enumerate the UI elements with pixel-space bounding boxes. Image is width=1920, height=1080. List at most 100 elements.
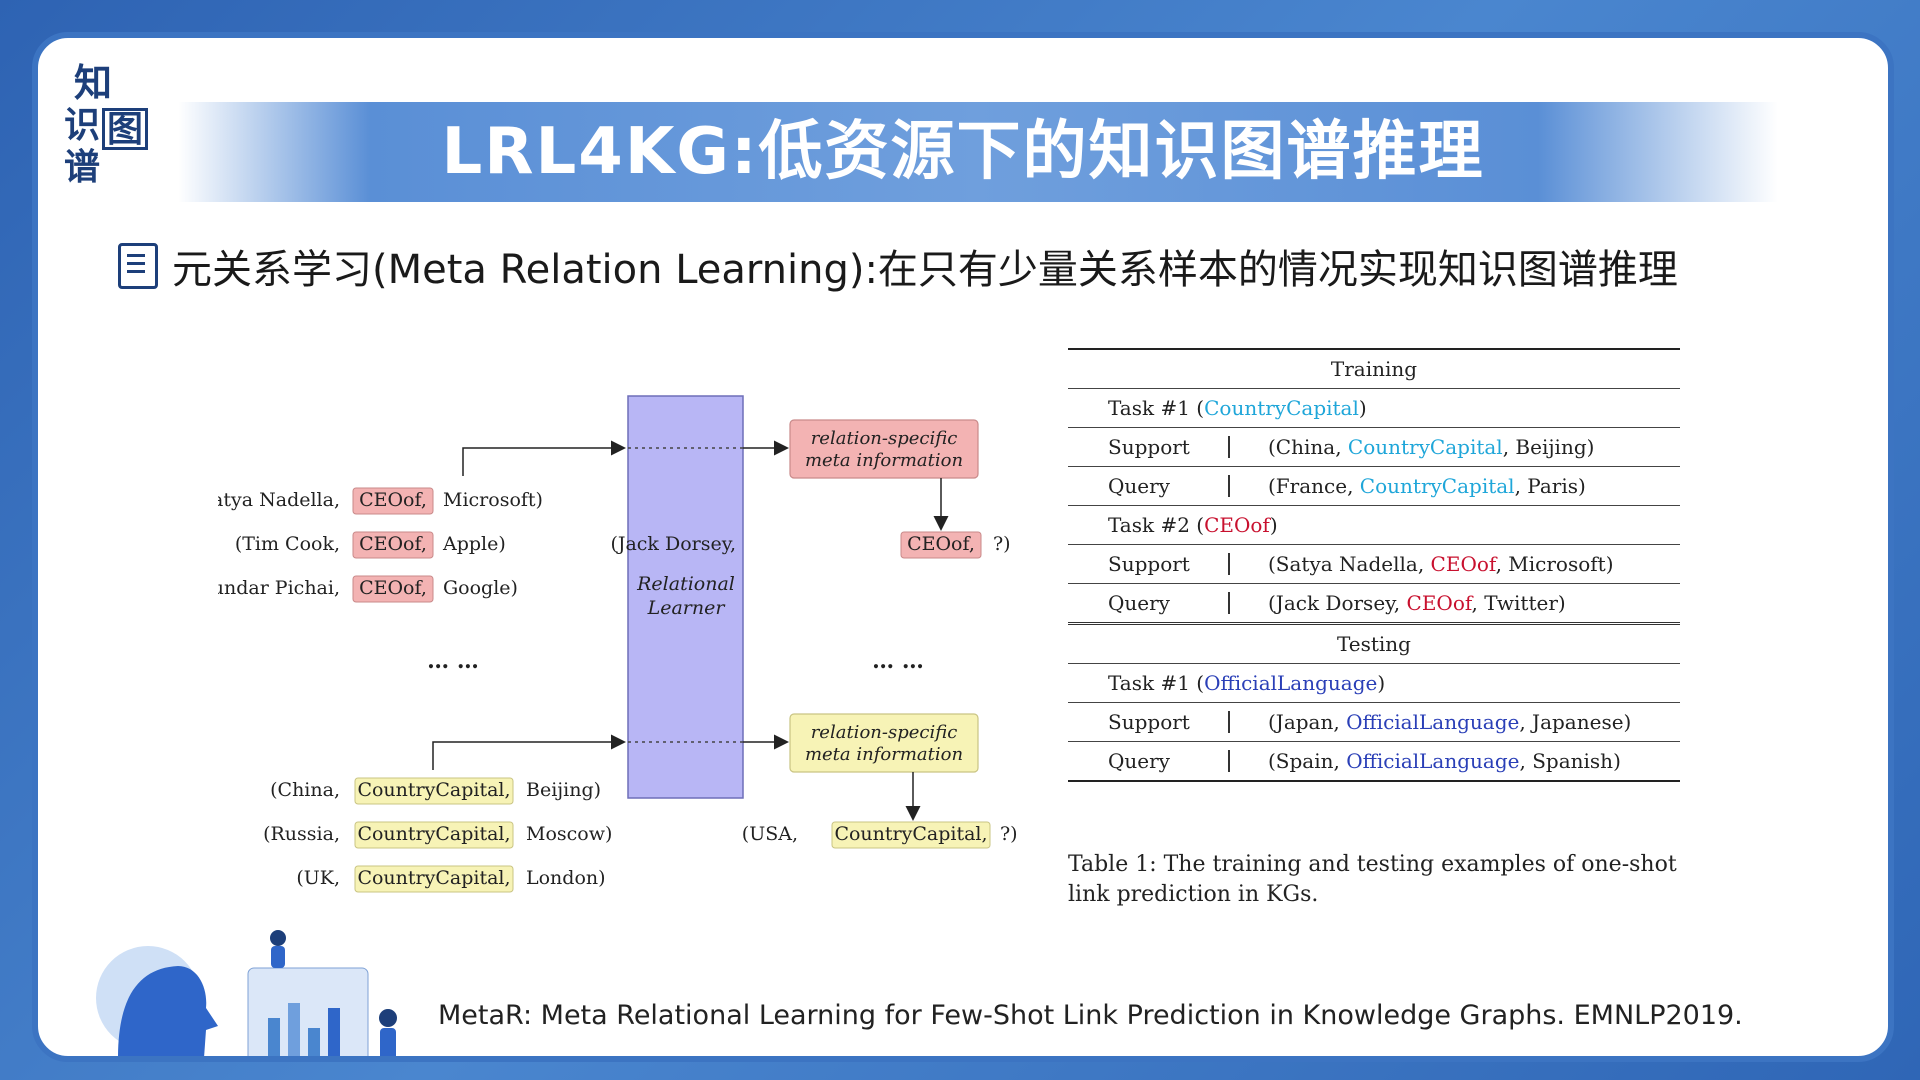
triple-relation: CEOof, (359, 489, 427, 511)
value-pre: (Japan, (1268, 710, 1347, 734)
task-relation: CEOof (1204, 513, 1270, 537)
support-label: Support (1108, 710, 1190, 734)
value-pre: (China, (1268, 435, 1348, 459)
logo: 知 识 图 谱 (56, 48, 166, 188)
ellipsis-right: … … (872, 648, 924, 674)
triple-head: (China, (270, 779, 340, 801)
task-relation: OfficialLanguage (1204, 671, 1378, 695)
divider (1228, 475, 1230, 497)
document-icon (118, 243, 158, 289)
task-label: Task #1 (OfficialLanguage) (1108, 664, 1385, 702)
triple-tail: London) (526, 867, 606, 889)
table-row: Support (Satya Nadella, CEOof, Microsoft… (1068, 545, 1680, 584)
meta-box-top-line2: meta information (805, 450, 963, 471)
task-prefix: Task #1 ( (1108, 396, 1205, 420)
meta-box-bottom-line2: meta information (805, 744, 963, 765)
triple-value: (Japan, OfficialLanguage, Japanese) (1268, 703, 1631, 741)
table-row: Query (Jack Dorsey, CEOof, Twitter) (1068, 584, 1680, 625)
triple-head: (Russia, (263, 823, 340, 845)
table-row: Task #1 (CountryCapital) (1068, 389, 1680, 428)
query-head: (USA, (742, 823, 798, 845)
triple-relation: CEOof, (359, 577, 427, 599)
value-rel: OfficialLanguage (1346, 749, 1520, 773)
table-caption: Table 1: The training and testing exampl… (1068, 852, 1677, 907)
table-row: Task #1 (OfficialLanguage) (1068, 664, 1680, 703)
divider (1228, 592, 1230, 614)
person-figure-body (380, 1028, 396, 1056)
triple-relation: CEOof, (359, 533, 427, 555)
triple-relation: CountryCapital, (357, 867, 510, 889)
person-figure (379, 1009, 397, 1027)
triple-tail: Apple) (442, 533, 506, 555)
examples-table: Training Task #1 (CountryCapital) Suppor… (1068, 348, 1680, 782)
person-figure (270, 930, 286, 946)
chart-bar (268, 1018, 280, 1056)
divider (1228, 553, 1230, 575)
training-header: Training (1330, 357, 1418, 381)
bottom-connector-line (432, 734, 626, 770)
value-post: , Microsoft) (1495, 552, 1614, 576)
logo-char: 图 (102, 108, 149, 150)
triple-head: (Satya Nadella, (218, 489, 340, 511)
task-relation: CountryCapital (1204, 396, 1359, 420)
value-pre: (Spain, (1268, 749, 1347, 773)
table-row: Training (1068, 348, 1680, 389)
value-pre: (Satya Nadella, (1268, 552, 1431, 576)
query-relation: CountryCapital, (834, 823, 987, 845)
slide-frame: LRL4KG:低资源下的知识图谱推理 知 识 图 谱 元关系学习(Meta Re… (32, 32, 1894, 1062)
chart-bar (288, 1003, 300, 1056)
triple-head: (Sundar Pichai, (218, 577, 340, 599)
task-label: Task #1 (CountryCapital) (1108, 389, 1367, 427)
triple-tail: Beijing) (526, 779, 601, 801)
subtitle: 元关系学习(Meta Relation Learning):在只有少量关系样本的… (118, 236, 1678, 296)
task-suffix: ) (1358, 396, 1367, 420)
table-row: Query (France, CountryCapital, Paris) (1068, 467, 1680, 506)
value-pre: (France, (1268, 474, 1360, 498)
triple-head: (UK, (296, 867, 340, 889)
table-row: Query (Spain, OfficialLanguage, Spanish) (1068, 742, 1680, 782)
triple-tail: Microsoft) (443, 489, 543, 511)
meta-box-top-line1: relation-specific (811, 428, 958, 449)
triple-value: (Spain, OfficialLanguage, Spanish) (1268, 742, 1621, 780)
query-head: (Jack Dorsey, (610, 533, 736, 555)
chart-bar (308, 1028, 320, 1056)
task-suffix: ) (1269, 513, 1278, 537)
table-row: Support (Japan, OfficialLanguage, Japane… (1068, 703, 1680, 742)
value-rel: CEOof (1406, 591, 1472, 615)
triple-tail: Moscow) (526, 823, 612, 845)
divider (1228, 711, 1230, 733)
value-post: , Beijing) (1502, 435, 1595, 459)
value-post: , Spanish) (1519, 749, 1621, 773)
support-label: Support (1108, 552, 1190, 576)
top-triples: (Satya Nadella, CEOof, Microsoft) (Tim C… (218, 487, 543, 603)
query-label: Query (1108, 591, 1170, 615)
query-relation: CEOof, (907, 533, 975, 555)
value-rel: CountryCapital (1347, 435, 1503, 459)
value-rel: CountryCapital (1359, 474, 1515, 498)
chart-bar (328, 1008, 340, 1056)
value-rel: OfficialLanguage (1346, 710, 1520, 734)
meta-box-bottom-line1: relation-specific (811, 722, 958, 743)
query-label: Query (1108, 474, 1170, 498)
triple-value: (Jack Dorsey, CEOof, Twitter) (1268, 584, 1566, 622)
bottom-triples: (China, CountryCapital, Beijing) (Russia… (263, 777, 612, 893)
task-prefix: Task #1 ( (1108, 671, 1205, 695)
task-label: Task #2 (CEOof) (1108, 506, 1278, 544)
top-connector-line (462, 440, 626, 476)
query-tail: ?) (993, 533, 1011, 555)
task-prefix: Task #2 ( (1108, 513, 1205, 537)
table-row: Support (China, CountryCapital, Beijing) (1068, 428, 1680, 467)
triple-relation: CountryCapital, (357, 779, 510, 801)
value-rel: CEOof (1430, 552, 1496, 576)
meta-relation-diagram: Relational Learner relation-specific met… (218, 395, 1018, 893)
divider (1228, 750, 1230, 772)
value-post: , Twitter) (1471, 591, 1566, 615)
triple-value: (China, CountryCapital, Beijing) (1268, 428, 1594, 466)
person-figure-body (271, 946, 285, 968)
value-post: , Paris) (1514, 474, 1586, 498)
learner-label-line1: Relational (636, 573, 735, 595)
divider (1228, 436, 1230, 458)
logo-char: 谱 (64, 146, 101, 188)
subtitle-text: 元关系学习(Meta Relation Learning):在只有少量关系样本的… (172, 247, 1678, 293)
triple-head: (Tim Cook, (235, 533, 340, 555)
